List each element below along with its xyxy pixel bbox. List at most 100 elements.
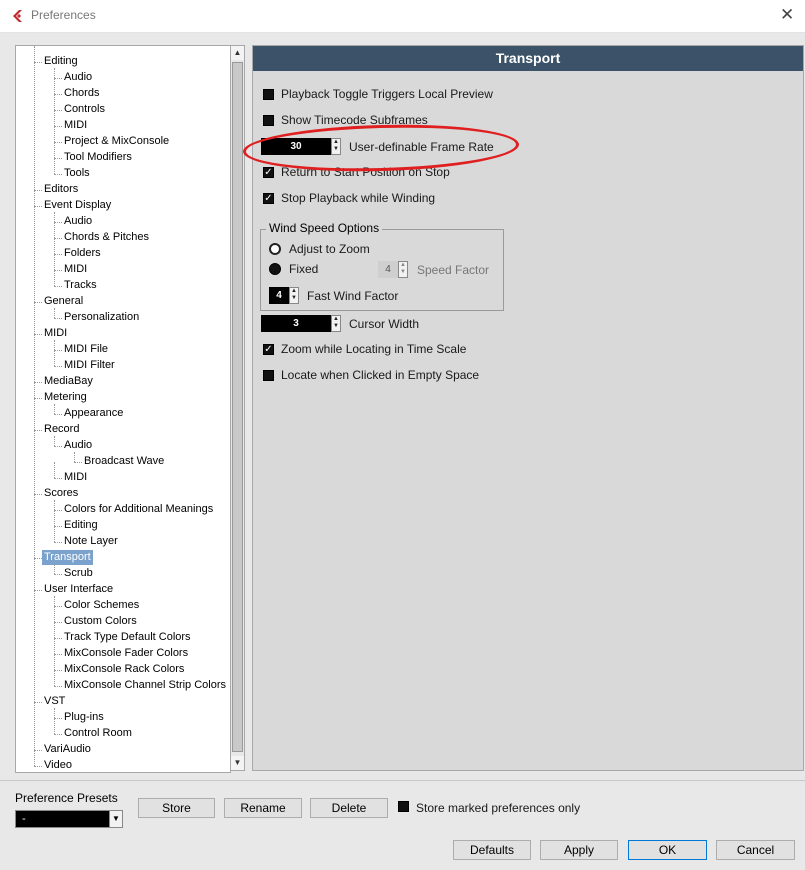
tree-guide-line [54, 142, 62, 143]
rename-button[interactable]: Rename [224, 798, 302, 818]
tree-item-personalization[interactable]: Personalization [64, 310, 139, 325]
tree-item-broadcast-wave[interactable]: Broadcast Wave [84, 454, 164, 469]
tree-item-tracks[interactable]: Tracks [64, 278, 97, 293]
tree-item-vst[interactable]: VST [44, 694, 65, 709]
tree-guide-line [54, 254, 55, 270]
tree-guide-line [54, 94, 55, 110]
tree-guide-line [54, 708, 55, 718]
preference-presets-label: Preference Presets [15, 791, 118, 805]
apply-button[interactable]: Apply [540, 840, 618, 860]
tree-item-colors-for-additional-meanings[interactable]: Colors for Additional Meanings [64, 502, 213, 517]
ok-button[interactable]: OK [628, 840, 707, 860]
tree-item-midi[interactable]: MIDI [64, 470, 87, 485]
tree-item-audio[interactable]: Audio [64, 70, 92, 85]
tree-item-custom-colors[interactable]: Custom Colors [64, 614, 137, 629]
scroll-up-icon[interactable]: ▲ [231, 46, 244, 60]
tree-item-plug-ins[interactable]: Plug-ins [64, 710, 104, 725]
tree-guide-line [54, 622, 55, 638]
tree-item-track-type-default-colors[interactable]: Track Type Default Colors [64, 630, 191, 645]
tree-item-midi[interactable]: MIDI [64, 262, 87, 277]
tree-guide-line [34, 398, 42, 399]
locate-empty-checkbox[interactable] [263, 370, 274, 381]
tree-item-midi-file[interactable]: MIDI File [64, 342, 108, 357]
zoom-locating-label: Zoom while Locating in Time Scale [281, 342, 467, 356]
tree-guide-line [54, 126, 55, 142]
return-to-start-checkbox[interactable]: ✓ [263, 167, 274, 178]
scroll-down-icon[interactable]: ▼ [231, 756, 244, 770]
tree-item-video[interactable]: Video [44, 758, 72, 772]
cursor-width-stepper-icon[interactable]: ▲ ▼ [331, 315, 341, 332]
tree-guide-line [54, 574, 62, 575]
adjust-to-zoom-radio[interactable] [269, 243, 281, 255]
tree-guide-line [54, 510, 55, 526]
zoom-locating-checkbox[interactable]: ✓ [263, 344, 274, 355]
tree-item-tools[interactable]: Tools [64, 166, 90, 181]
frame-rate-field[interactable]: 30 [261, 138, 331, 155]
tree-item-transport[interactable]: Transport [42, 550, 93, 565]
store-marked-checkbox[interactable] [398, 801, 409, 812]
tree-item-event-display[interactable]: Event Display [44, 198, 111, 213]
tree-item-record[interactable]: Record [44, 422, 79, 437]
tree-item-editing[interactable]: Editing [64, 518, 98, 533]
tree-item-editors[interactable]: Editors [44, 182, 78, 197]
tree-guide-line [54, 340, 55, 350]
chevron-down-icon[interactable]: ▼ [109, 811, 122, 827]
tree-item-user-interface[interactable]: User Interface [44, 582, 113, 597]
tree-item-chords-pitches[interactable]: Chords & Pitches [64, 230, 149, 245]
scroll-thumb[interactable] [232, 62, 243, 752]
tree-item-midi[interactable]: MIDI [64, 118, 87, 133]
tree-item-folders[interactable]: Folders [64, 246, 101, 261]
tree-scrollbar[interactable]: ▲ ▼ [230, 45, 245, 771]
tree-guide-line [34, 302, 42, 303]
frame-rate-stepper-icon[interactable]: ▲ ▼ [331, 138, 341, 155]
tree-item-note-layer[interactable]: Note Layer [64, 534, 118, 549]
tree-item-chords[interactable]: Chords [64, 86, 99, 101]
tree-item-midi[interactable]: MIDI [44, 326, 67, 341]
tree-item-metering[interactable]: Metering [44, 390, 87, 405]
tree-item-mixconsole-fader-colors[interactable]: MixConsole Fader Colors [64, 646, 188, 661]
tree-item-color-schemes[interactable]: Color Schemes [64, 598, 139, 613]
stop-winding-checkbox[interactable]: ✓ [263, 193, 274, 204]
cancel-button[interactable]: Cancel [716, 840, 795, 860]
show-subframes-checkbox[interactable] [263, 115, 274, 126]
store-button[interactable]: Store [138, 798, 215, 818]
tree-item-project-mixconsole[interactable]: Project & MixConsole [64, 134, 169, 149]
tree-guide-line [34, 206, 42, 207]
tree-item-midi-filter[interactable]: MIDI Filter [64, 358, 115, 373]
tree-guide-line [54, 564, 55, 574]
delete-button[interactable]: Delete [310, 798, 388, 818]
tree-item-audio[interactable]: Audio [64, 438, 92, 453]
cursor-width-label: Cursor Width [349, 317, 420, 331]
preset-dropdown[interactable]: - ▼ [15, 810, 123, 828]
speed-factor-stepper-icon[interactable]: ▲ ▼ [398, 261, 408, 278]
tree-guide-line [54, 622, 62, 623]
tree-guide-line [54, 654, 62, 655]
cursor-width-field[interactable]: 3 [261, 315, 331, 332]
tree-item-mediabay[interactable]: MediaBay [44, 374, 93, 389]
tree-item-mixconsole-rack-colors[interactable]: MixConsole Rack Colors [64, 662, 184, 677]
tree-item-tool-modifiers[interactable]: Tool Modifiers [64, 150, 132, 165]
tree-item-control-room[interactable]: Control Room [64, 726, 132, 741]
speed-factor-field[interactable]: 4 [378, 261, 398, 278]
tree-item-appearance[interactable]: Appearance [64, 406, 123, 421]
playback-toggle-label: Playback Toggle Triggers Local Preview [281, 87, 493, 101]
tree-item-scores[interactable]: Scores [44, 486, 78, 501]
tree-guide-line [34, 46, 35, 766]
fixed-radio[interactable] [269, 263, 281, 275]
tree-item-controls[interactable]: Controls [64, 102, 105, 117]
close-icon[interactable]: ✕ [780, 5, 794, 25]
tree-item-general[interactable]: General [44, 294, 83, 309]
tree-item-variaudio[interactable]: VariAudio [44, 742, 91, 757]
tree-guide-line [54, 510, 62, 511]
title-bar: Preferences ✕ [0, 0, 805, 33]
tree-item-scrub[interactable]: Scrub [64, 566, 93, 581]
fast-wind-field[interactable]: 4 [269, 287, 289, 304]
playback-toggle-checkbox[interactable] [263, 89, 274, 100]
tree-guide-line [54, 238, 62, 239]
fast-wind-stepper-icon[interactable]: ▲ ▼ [289, 287, 299, 304]
tree-item-editing[interactable]: Editing [44, 54, 78, 69]
tree-item-audio[interactable]: Audio [64, 214, 92, 229]
defaults-button[interactable]: Defaults [453, 840, 531, 860]
tree-item-mixconsole-channel-strip-colors[interactable]: MixConsole Channel Strip Colors [64, 678, 226, 693]
tree-guide-line [54, 270, 62, 271]
